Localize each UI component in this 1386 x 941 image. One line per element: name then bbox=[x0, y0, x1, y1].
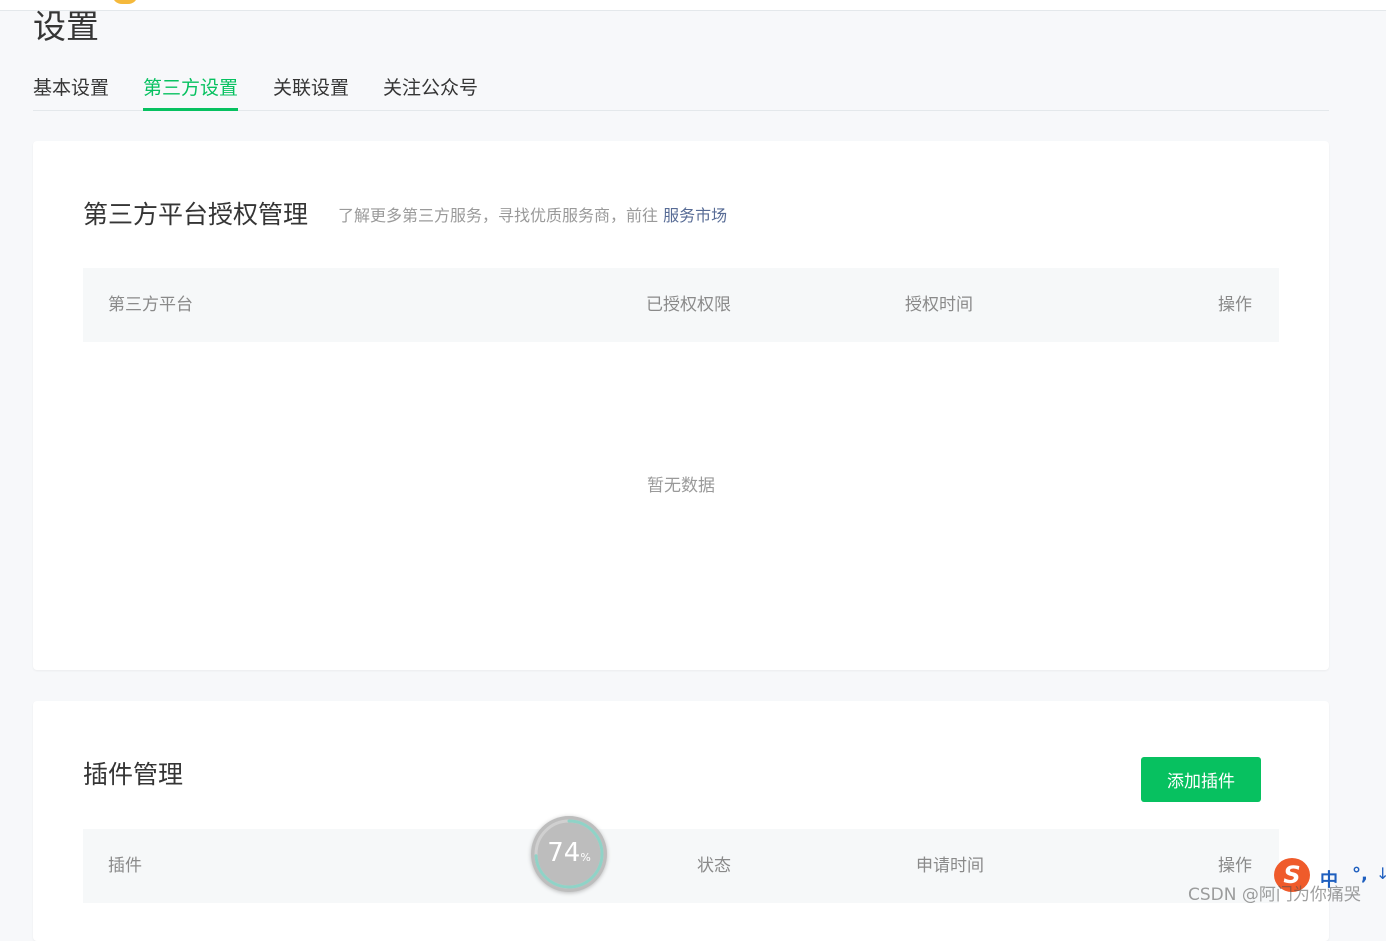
column-header-auth-time: 授权时间 bbox=[905, 295, 973, 315]
page-title: 设置 bbox=[33, 7, 99, 46]
settings-tabs: 基本设置 第三方设置 关联设置 关注公众号 bbox=[33, 68, 1329, 111]
add-plugin-button[interactable]: 添加插件 bbox=[1141, 757, 1261, 802]
column-header-apply-time: 申请时间 bbox=[916, 856, 984, 876]
tab-third-party-settings[interactable]: 第三方设置 bbox=[143, 68, 239, 111]
third-party-auth-title: 第三方平台授权管理 bbox=[83, 200, 309, 229]
third-party-table-header: 第三方平台 已授权权限 授权时间 操作 bbox=[83, 268, 1279, 342]
column-header-plugin: 插件 bbox=[108, 856, 142, 876]
watermark: CSDN @阿门为你痛哭 bbox=[1188, 885, 1361, 905]
tab-linked-settings[interactable]: 关联设置 bbox=[273, 68, 349, 110]
column-header-permissions: 已授权权限 bbox=[646, 295, 731, 315]
plugin-management-title: 插件管理 bbox=[83, 760, 184, 789]
ime-more-icon[interactable]: ↓ bbox=[1376, 864, 1386, 883]
empty-state-text: 暂无数据 bbox=[647, 476, 715, 496]
service-market-link[interactable]: 服务市场 bbox=[663, 206, 727, 225]
third-party-auth-desc: 了解更多第三方服务，寻找优质服务商，前往 服务市场 bbox=[338, 202, 727, 226]
tab-basic-settings[interactable]: 基本设置 bbox=[33, 68, 109, 110]
plugin-management-card: 插件管理 添加插件 插件 状态 申请时间 操作 bbox=[33, 701, 1329, 941]
tab-follow-official-account[interactable]: 关注公众号 bbox=[383, 68, 478, 110]
logo-icon bbox=[112, 0, 138, 4]
third-party-desc-text: 了解更多第三方服务，寻找优质服务商，前往 bbox=[338, 206, 659, 225]
column-header-actions: 操作 bbox=[1218, 295, 1252, 315]
progress-widget[interactable]: 74% bbox=[531, 816, 607, 892]
plugin-table-header: 插件 状态 申请时间 操作 bbox=[83, 829, 1279, 903]
progress-value: 74% bbox=[547, 838, 591, 868]
column-header-status: 状态 bbox=[697, 856, 731, 876]
column-header-platform: 第三方平台 bbox=[108, 295, 193, 315]
third-party-auth-card: 第三方平台授权管理 了解更多第三方服务，寻找优质服务商，前往 服务市场 第三方平… bbox=[33, 141, 1329, 670]
top-bar bbox=[0, 0, 1386, 11]
